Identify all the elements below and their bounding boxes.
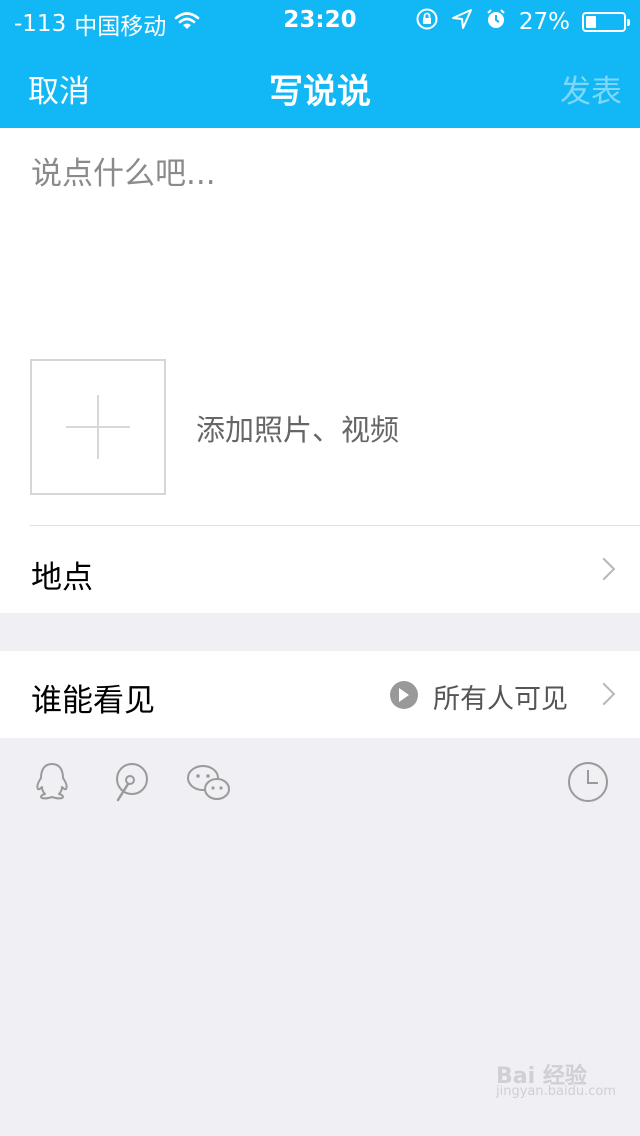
rotation-lock-icon <box>415 7 439 37</box>
top-bar: -113 中国移动 23:20 27% 取消 写说说 发表 <box>0 0 640 128</box>
visibility-globe-icon <box>390 681 418 709</box>
navigation-bar: 取消 写说说 发表 <box>0 40 640 128</box>
location-label: 地点 <box>31 560 93 596</box>
chevron-right-icon <box>592 682 616 706</box>
location-row[interactable]: 地点 <box>0 526 640 613</box>
weibo-icon[interactable] <box>108 760 152 804</box>
alarm-icon <box>485 8 507 36</box>
publish-button[interactable]: 发表 <box>560 66 622 111</box>
qq-icon[interactable] <box>30 760 74 804</box>
battery-percent: 27% <box>518 9 570 35</box>
share-bar <box>0 738 640 838</box>
baidu-watermark: Bai 经验 jingyan.baidu.com <box>496 1058 616 1106</box>
battery-icon <box>582 12 630 32</box>
battery-fill <box>586 16 596 28</box>
add-media-button[interactable] <box>30 359 166 495</box>
plus-icon-vertical <box>97 395 99 459</box>
visibility-row[interactable]: 谁能看见 所有人可见 <box>0 651 640 738</box>
wechat-icon[interactable] <box>186 760 230 804</box>
status-bar: -113 中国移动 23:20 27% <box>0 0 640 40</box>
page-title: 写说说 <box>269 72 371 112</box>
compose-panel: 说点什么吧... 添加照片、视频 地点 <box>0 128 640 613</box>
watermark-line2: jingyan.baidu.com <box>496 1084 616 1099</box>
chevron-right-icon <box>592 557 616 581</box>
status-right: 27% <box>415 7 630 37</box>
location-arrow-icon <box>451 8 473 36</box>
clock-icon[interactable] <box>566 760 610 804</box>
visibility-label: 谁能看见 <box>31 683 155 719</box>
add-media-label: 添加照片、视频 <box>196 413 400 447</box>
post-text-input[interactable]: 说点什么吧... <box>31 148 216 193</box>
visibility-value: 所有人可见 <box>433 684 568 715</box>
